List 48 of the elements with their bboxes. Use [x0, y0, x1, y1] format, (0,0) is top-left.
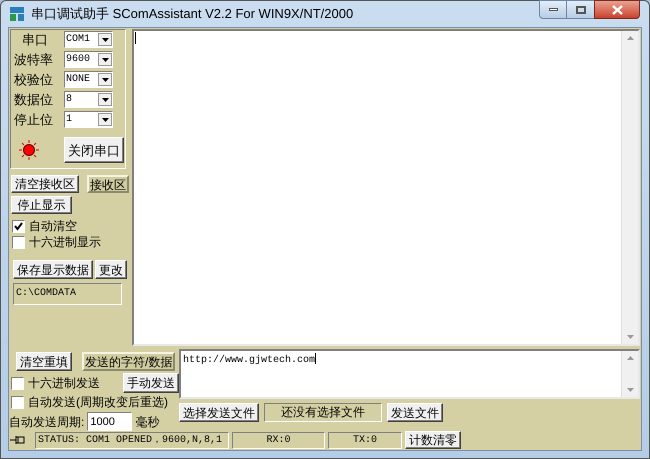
checkbox[interactable] [12, 220, 25, 232]
checkbox[interactable] [11, 396, 24, 408]
close-icon [612, 4, 622, 14]
dropdown[interactable]: 1 [64, 111, 113, 128]
maximize-icon [576, 6, 586, 14]
save-data-button[interactable]: 保存显示数据 [13, 260, 93, 279]
setting-label: 波特率 [14, 50, 54, 69]
app-icon [9, 6, 25, 22]
minimize-button[interactable] [539, 0, 567, 19]
checkbox[interactable] [11, 376, 24, 390]
close-button[interactable] [594, 0, 640, 19]
stop-display-button[interactable]: 停止显示 [11, 196, 72, 214]
close-port-button[interactable]: 关闭串口 [64, 137, 124, 163]
send-file-button[interactable]: 发送文件 [387, 403, 443, 422]
reset-count-button[interactable]: 计数清零 [405, 431, 461, 449]
period-input[interactable]: 1000 [87, 412, 132, 431]
checkbox-label: 自动清空 [29, 218, 77, 235]
dropdown[interactable]: 8 [64, 91, 113, 108]
manual-send-button[interactable]: 手动发送 [123, 373, 179, 393]
send-area-label: 发送的字符/数据 [82, 352, 176, 371]
setting-label: 校验位 [14, 70, 54, 89]
file-status: 还没有选择文件 [264, 403, 382, 422]
dropdown[interactable]: 9600 [64, 51, 113, 68]
setting-label: 停止位 [14, 110, 54, 129]
minimize-icon [548, 8, 558, 11]
checkbox[interactable] [12, 236, 25, 248]
dropdown[interactable]: COM1 [64, 31, 113, 48]
setting-label: 数据位 [14, 90, 54, 109]
setting-label: 串口 [21, 30, 49, 49]
choose-file-button[interactable]: 选择发送文件 [179, 403, 259, 422]
clear-refill-button[interactable]: 清空重填 [16, 352, 72, 371]
window-title: 串口调试助手 SComAssistant V2.2 For WIN9X/NT/2000 [31, 5, 354, 24]
send-text-area[interactable]: http://www.gjwtech.com [179, 349, 640, 399]
clear-receive-button[interactable]: 清空接收区 [11, 175, 79, 193]
rx-counter: RX:0 [232, 432, 325, 448]
change-button[interactable]: 更改 [95, 260, 127, 279]
dropdown[interactable]: NONE [64, 71, 113, 88]
status-text: STATUS: COM1 OPENED，9600,N,8,1 [35, 432, 229, 448]
pin-icon[interactable] [10, 434, 26, 446]
receive-area-label: 接收区 [87, 175, 129, 193]
period-unit: 毫秒 [135, 414, 160, 430]
checkbox-label: 十六进制发送 [28, 375, 100, 392]
checkbox-label: 十六进制显示 [29, 234, 101, 251]
maximize-button[interactable] [567, 0, 594, 19]
period-label: 自动发送周期: [9, 414, 84, 430]
tx-counter: TX:0 [328, 432, 402, 448]
checkbox-label: 自动发送(周期改变后重选) [28, 394, 168, 411]
path-field: C:\COMDATA [13, 283, 122, 305]
